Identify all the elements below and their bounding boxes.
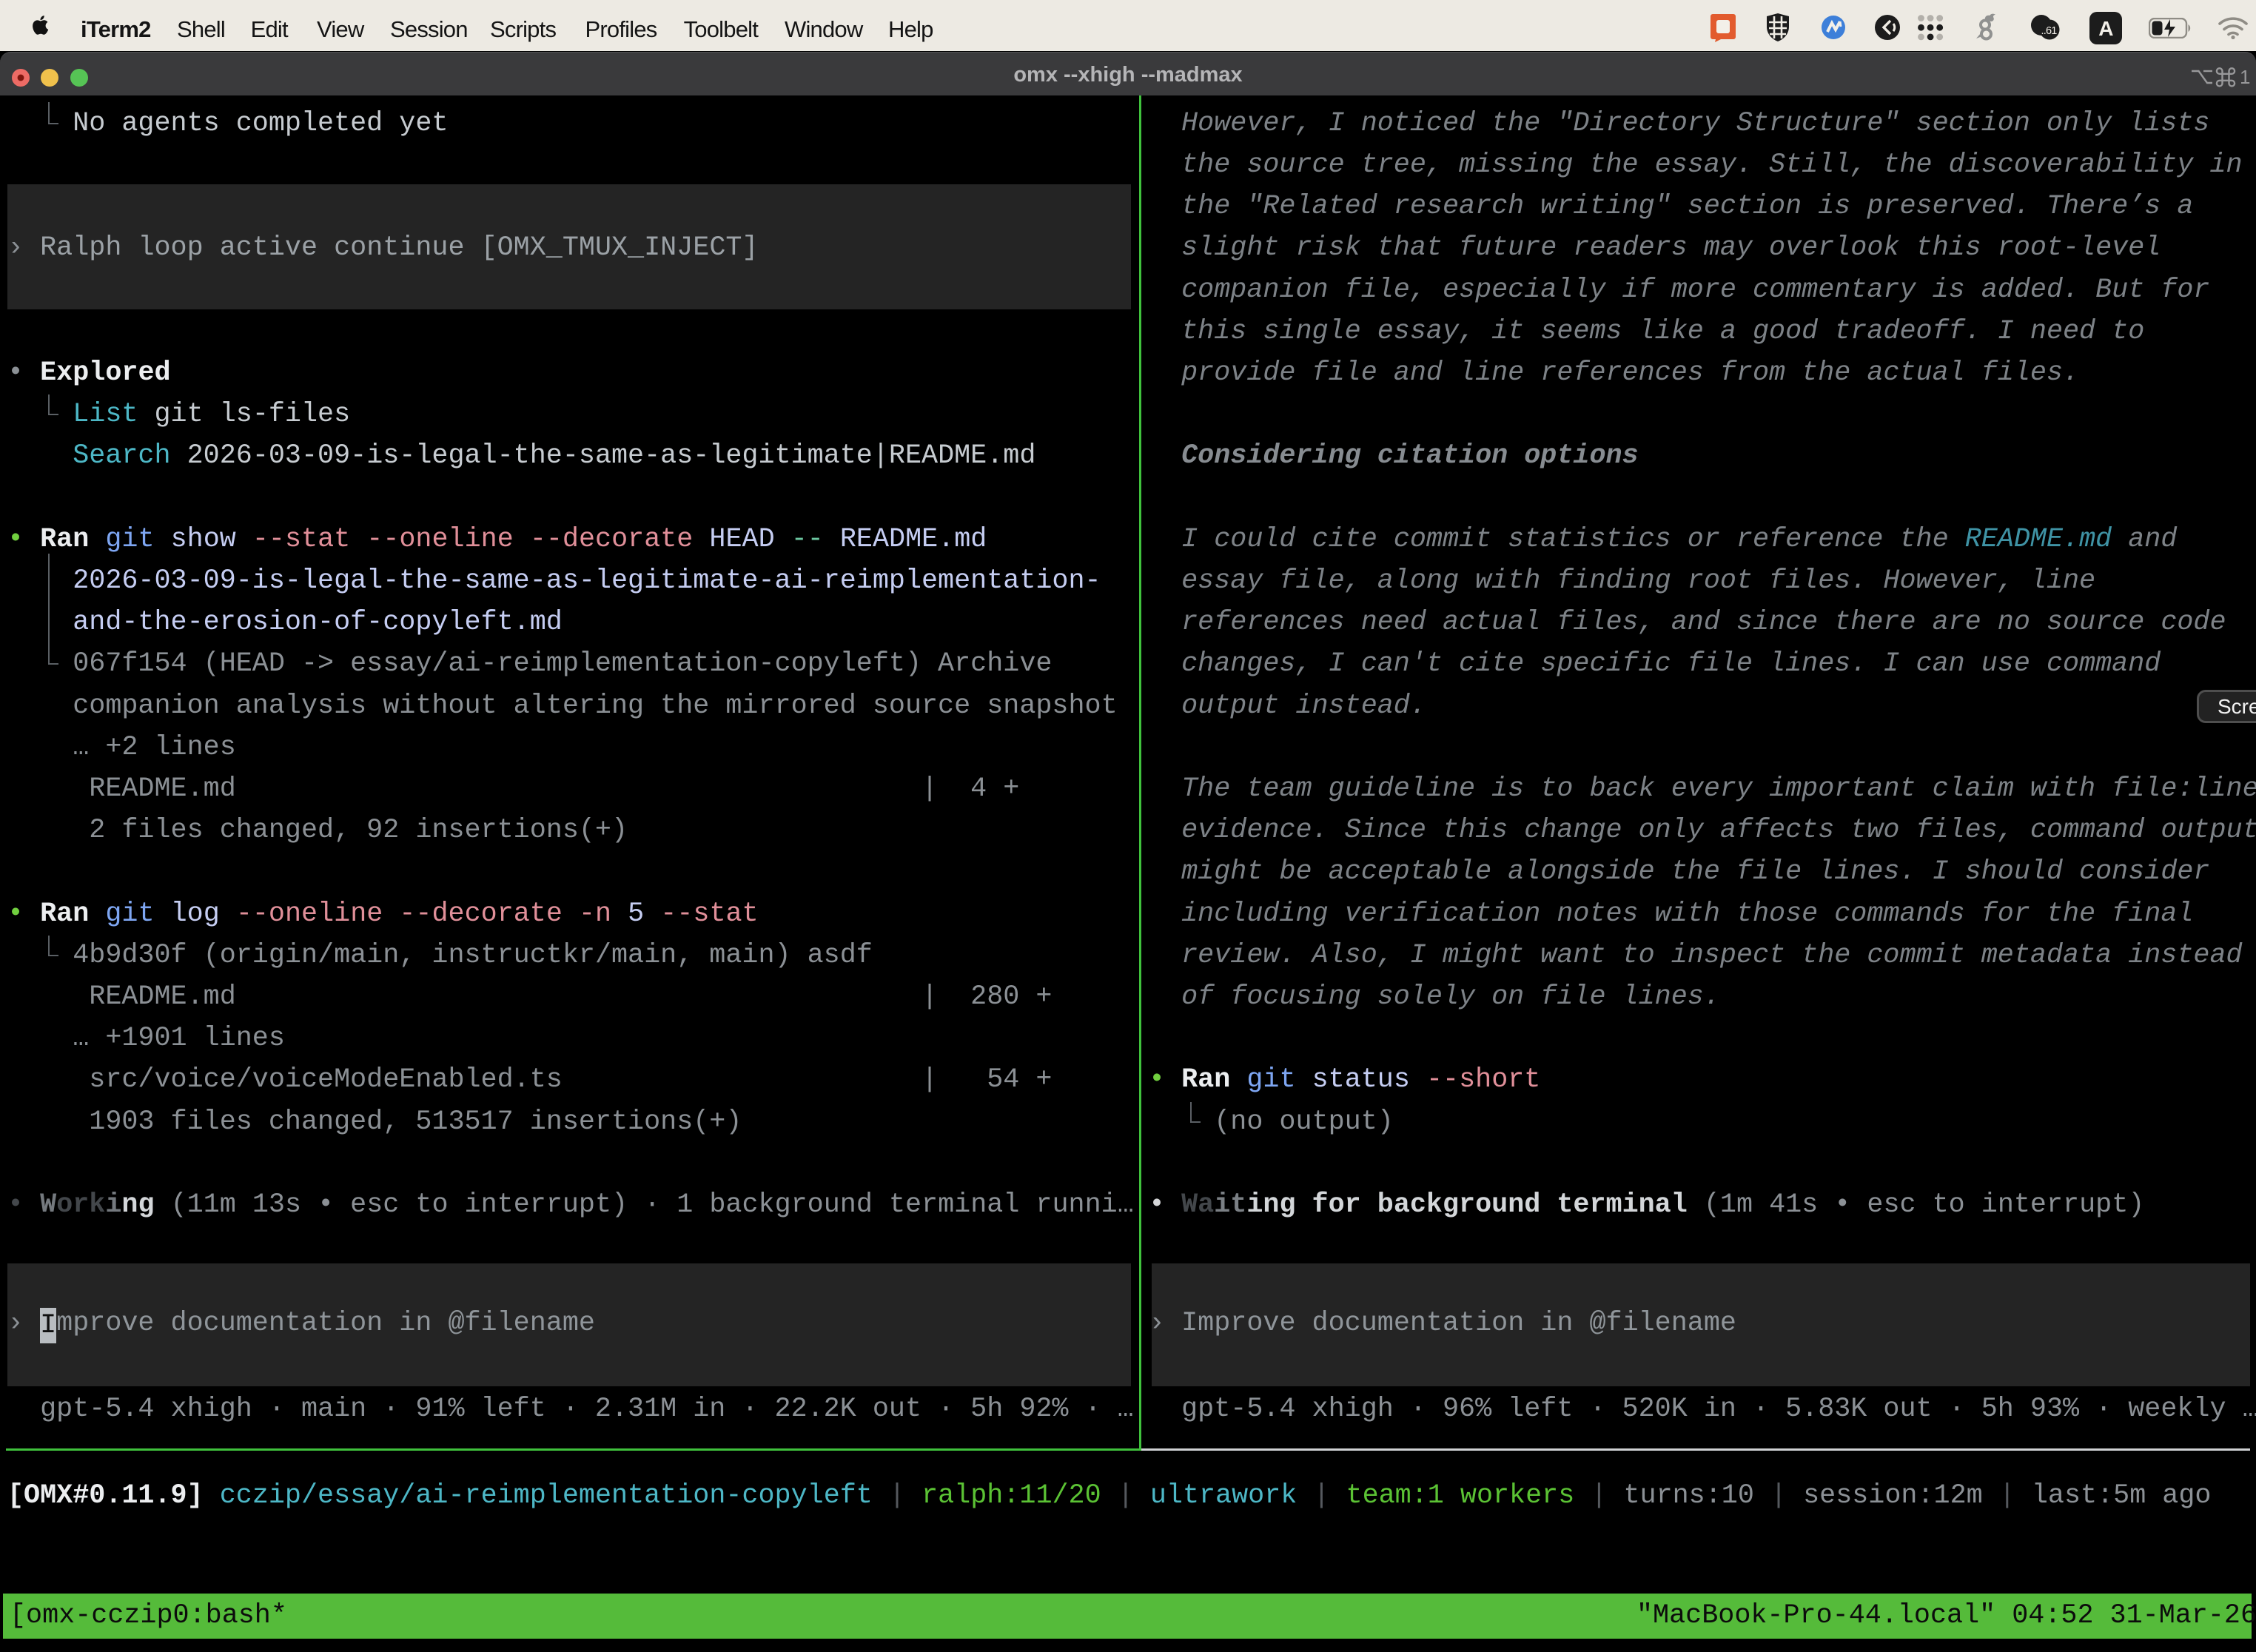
svg-text:..61: ..61 <box>2041 25 2058 37</box>
svg-text:1: 1 <box>2240 66 2250 88</box>
svg-text:A: A <box>2098 17 2113 40</box>
